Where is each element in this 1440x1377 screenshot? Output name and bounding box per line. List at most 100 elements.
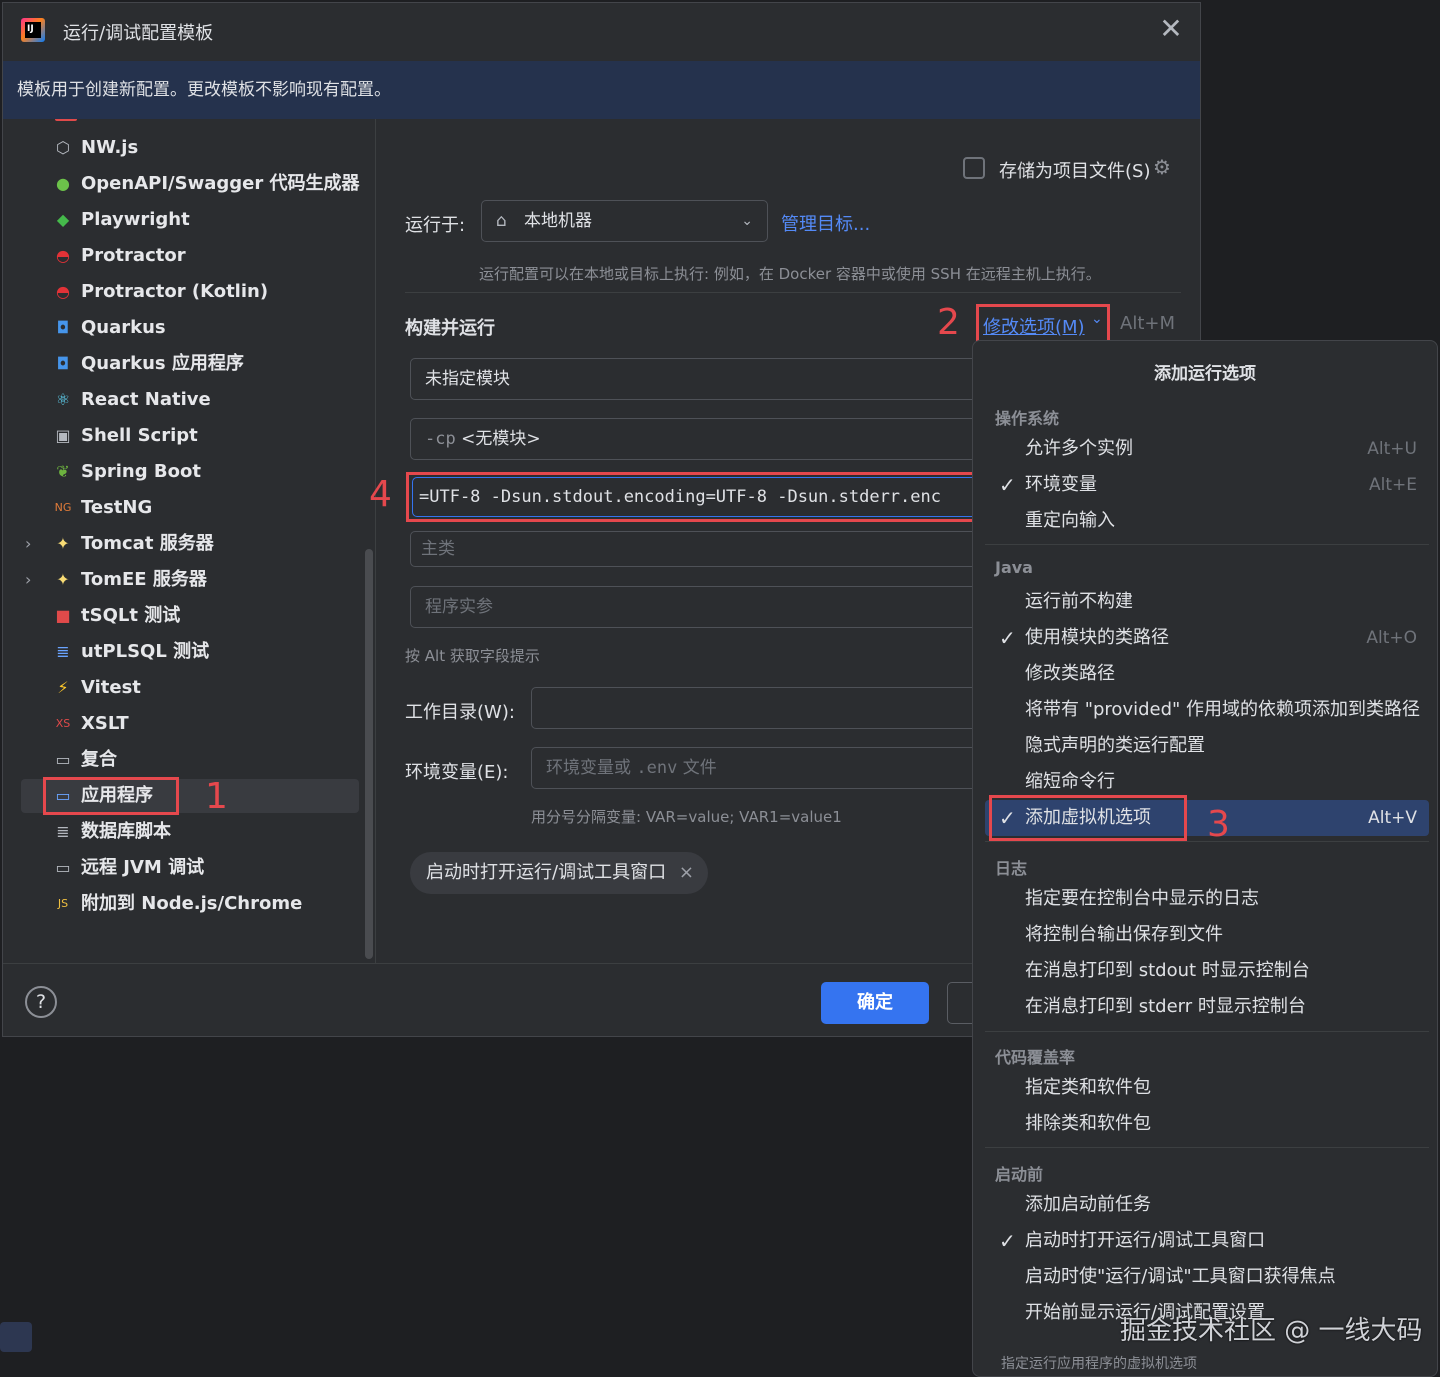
tree-item[interactable]: ▭ 复合 [21, 743, 359, 777]
testng-icon: NG [54, 501, 72, 514]
modify-options-button[interactable]: 修改选项(M) [983, 313, 1085, 339]
alt-hint: 按 Alt 获取字段提示 [405, 647, 540, 665]
react-icon: ⚛ [55, 390, 71, 409]
item-label: 隐式声明的类运行配置 [1025, 735, 1205, 756]
main-class-field[interactable]: 主类 [410, 531, 990, 567]
menu-item-redirect-input[interactable]: 重定向输入 [985, 503, 1429, 539]
tree-item[interactable]: XS XSLT [21, 707, 359, 741]
menu-item-module-classpath[interactable]: ✓ 使用模块的类路径 Alt+O [985, 620, 1429, 656]
annotation-2: 2 [937, 302, 960, 343]
menu-item-cov-include[interactable]: 指定类和软件包 [985, 1070, 1429, 1106]
ok-button[interactable]: 确定 [821, 982, 929, 1024]
divider [405, 292, 1181, 293]
workdir-field[interactable] [531, 687, 991, 729]
tree-item[interactable]: ◓ Protractor (Kotlin) [21, 275, 359, 309]
menu-item-focus-tool-window[interactable]: 启动时使"运行/调试"工具窗口获得焦点 [985, 1259, 1429, 1295]
menu-item-save-console[interactable]: 将控制台输出保存到文件 [985, 917, 1429, 953]
tree-item[interactable]: JS 附加到 Node.js/Chrome [21, 887, 359, 921]
tree-item[interactable]: ◘ Quarkus 应用程序 [21, 347, 359, 381]
tomee-icon: ✦ [56, 570, 70, 589]
section-coverage: 代码覆盖率 [995, 1048, 1076, 1067]
tree-item[interactable]: ◆ Playwright [21, 203, 359, 237]
tree-item[interactable]: › ✦ TomEE 服务器 [21, 563, 359, 597]
gear-icon[interactable]: ⚙ [1153, 155, 1171, 179]
tree-item[interactable]: ■ tSQLt 测试 [21, 599, 359, 633]
menu-item-before-task[interactable]: 添加启动前任务 [985, 1187, 1429, 1223]
menu-item-modify-classpath[interactable]: 修改类路径 [985, 656, 1429, 692]
tree-item[interactable]: ▣ Shell Script [21, 419, 359, 453]
run-on-value: 本地机器 [524, 211, 592, 231]
menu-item-stdout-show[interactable]: 在消息打印到 stdout 时显示控制台 [985, 953, 1429, 989]
section-log: 日志 [995, 859, 1028, 878]
tree-item-label: XSLT [81, 713, 129, 734]
tree-item[interactable]: ⚛ React Native [21, 383, 359, 417]
module-select[interactable]: 未指定模块 [410, 358, 990, 400]
tree-item-label: 附加到 Node.js/Chrome [81, 893, 303, 914]
item-label: 启动时打开运行/调试工具窗口 [1025, 1230, 1266, 1251]
store-as-file-checkbox[interactable] [963, 157, 985, 179]
tree-item[interactable]: ≣ utPLSQL 测试 [21, 635, 359, 669]
add-run-options-popup: 添加运行选项 操作系统 允许多个实例 Alt+U ✓ 环境变量 Alt+E 重定… [972, 340, 1438, 1377]
menu-item-open-tool-window[interactable]: ✓ 启动时打开运行/调试工具窗口 [985, 1223, 1429, 1259]
vm-options-field[interactable]: =UTF-8 -Dsun.stdout.encoding=UTF-8 -Dsun… [412, 477, 978, 517]
program-args-field[interactable]: 程序实参 [410, 586, 990, 628]
chevron-right-icon[interactable]: › [25, 527, 41, 561]
item-label: 修改类路径 [1025, 663, 1115, 684]
terminal-icon: ▣ [55, 426, 71, 445]
window-title: 运行/调试配置模板 [63, 23, 214, 44]
menu-item-cov-exclude[interactable]: 排除类和软件包 [985, 1106, 1429, 1142]
tree-item[interactable]: ⚡ Vitest [21, 671, 359, 705]
item-label: 排除类和软件包 [1025, 1113, 1151, 1134]
tree-item[interactable]: ⬡ NW.js [21, 131, 359, 165]
menu-item-implicit-class[interactable]: 隐式声明的类运行配置 [985, 728, 1429, 764]
menu-item-provided-deps[interactable]: 将带有 "provided" 作用域的依赖项添加到类路径 [985, 692, 1429, 728]
tree-item[interactable]: ❦ Spring Boot [21, 455, 359, 489]
run-on-hint: 运行配置可以在本地或目标上执行: 例如，在 Docker 容器中或使用 SSH … [479, 265, 1101, 283]
tree-item-label: Quarkus 应用程序 [81, 353, 244, 374]
menu-item-allow-multiple[interactable]: 允许多个实例 Alt+U [985, 431, 1429, 467]
tree-item[interactable]: ● OpenAPI/Swagger 代码生成器 [21, 167, 359, 201]
item-label: 将带有 "provided" 作用域的依赖项添加到类路径 [1025, 699, 1421, 720]
item-label: 将控制台输出保存到文件 [1025, 924, 1223, 945]
item-shortcut: Alt+V [1368, 808, 1417, 828]
help-button[interactable]: ? [25, 986, 57, 1018]
chevron-down-icon: ⌄ [1091, 311, 1103, 327]
menu-item-env-vars[interactable]: ✓ 环境变量 Alt+E [985, 467, 1429, 503]
menu-item-stderr-show[interactable]: 在消息打印到 stderr 时显示控制台 [985, 989, 1429, 1025]
tree-scrollbar[interactable] [365, 549, 373, 959]
tree-item[interactable]: ▭ 远程 JVM 调试 [21, 851, 359, 885]
checkmark-icon: ✓ [999, 1229, 1016, 1253]
env-placeholder-text: 环境变量或 [546, 758, 631, 778]
classpath-select[interactable]: -cp <无模块> [410, 418, 990, 460]
database-icon: ≣ [56, 642, 70, 661]
menu-divider [985, 1147, 1429, 1148]
menu-item-log-console[interactable]: 指定要在控制台中显示的日志 [985, 881, 1429, 917]
env-field[interactable]: 环境变量或 .env 文件 [531, 747, 991, 789]
env-placeholder-dotenv: .env [636, 758, 678, 778]
env-label: 环境变量(E): [405, 762, 509, 783]
item-label: 环境变量 [1025, 474, 1097, 495]
section-java: Java [995, 558, 1033, 577]
openapi-icon: ● [56, 174, 70, 193]
item-label: 指定要在控制台中显示的日志 [1025, 888, 1259, 909]
item-label: 启动时使"运行/调试"工具窗口获得焦点 [1025, 1266, 1336, 1287]
chip-remove-icon[interactable]: × [679, 852, 694, 894]
run-on-dropdown[interactable]: ⌂ 本地机器 ⌄ [481, 200, 768, 242]
tree-item[interactable]: ◓ Protractor [21, 239, 359, 273]
tree-item[interactable]: › ✦ Tomcat 服务器 [21, 527, 359, 561]
menu-item-no-build[interactable]: 运行前不构建 [985, 584, 1429, 620]
tree-item-label: Spring Boot [81, 461, 201, 482]
tree-item[interactable]: NG TestNG [21, 491, 359, 525]
tree-item[interactable]: ≣ 数据库脚本 [21, 815, 359, 849]
protractor-icon: ◓ [56, 246, 70, 265]
chevron-down-icon: ⌄ [741, 213, 753, 229]
tree-item[interactable]: ◘ Quarkus [21, 311, 359, 345]
close-button[interactable]: ✕ [1156, 15, 1186, 45]
modify-options-shortcut: Alt+M [1120, 313, 1175, 334]
chip-label: 启动时打开运行/调试工具窗口 [426, 862, 667, 883]
tree-item-label: Protractor (Kotlin) [81, 281, 269, 302]
manage-targets-link[interactable]: 管理目标... [781, 210, 870, 236]
item-label: 使用模块的类路径 [1025, 627, 1169, 648]
spring-icon: ❦ [56, 462, 70, 481]
chevron-right-icon[interactable]: › [25, 563, 41, 597]
